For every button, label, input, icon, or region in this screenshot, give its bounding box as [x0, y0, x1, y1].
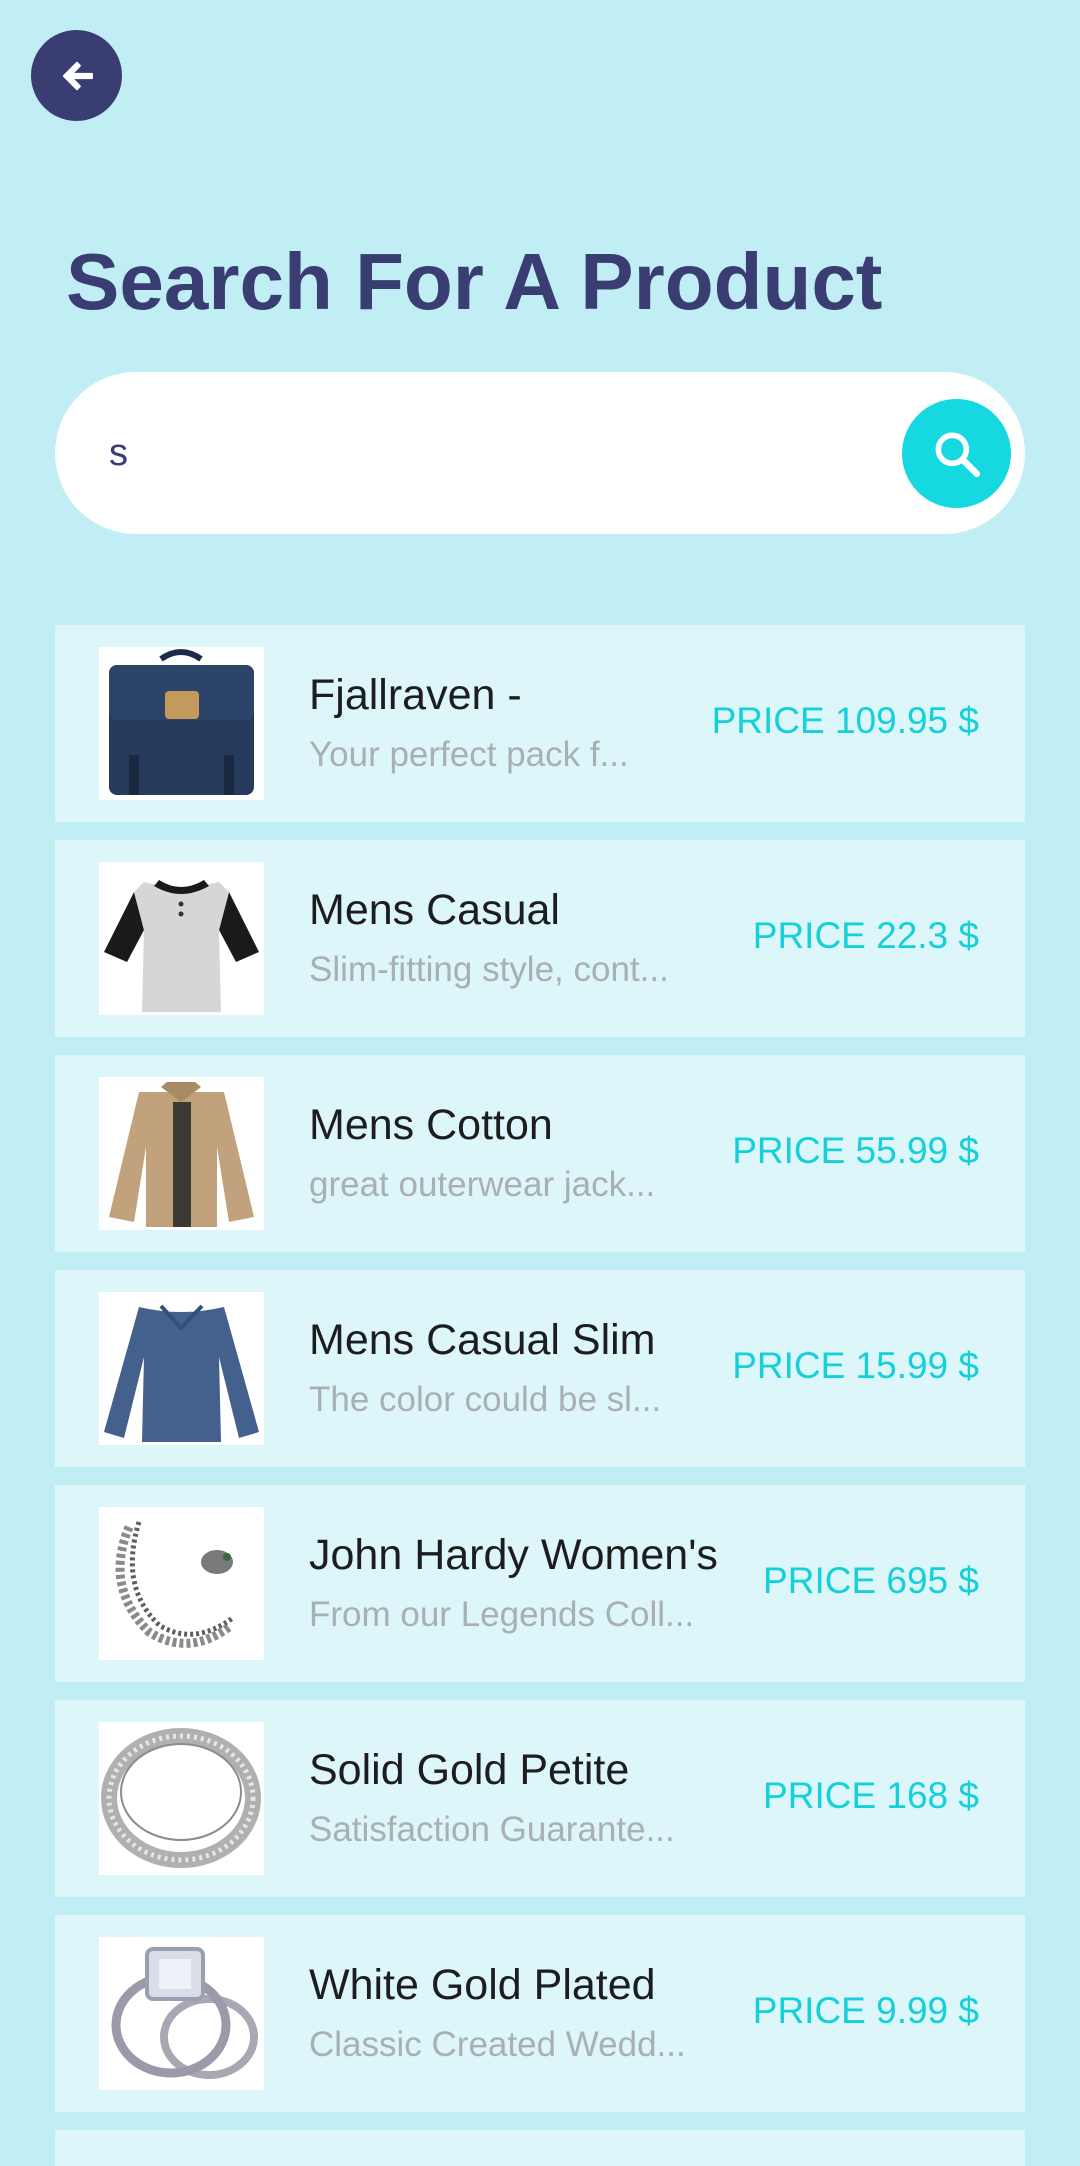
page-title: Search For A Product	[66, 237, 883, 326]
product-price: PRICE 15.99 $	[732, 1345, 979, 1386]
product-image-raglan-tshirt	[99, 862, 264, 1015]
product-title: Mens Casual Slim	[309, 1316, 656, 1364]
product-row[interactable]: Mens Cotton great outerwear jack... PRIC…	[55, 1055, 1025, 1252]
product-image-long-sleeve-shirt	[99, 1292, 264, 1445]
product-image-diamond-ring	[99, 1937, 264, 2090]
search-icon	[935, 432, 980, 477]
search-button[interactable]	[902, 399, 1011, 508]
product-title: Solid Gold Petite	[309, 1746, 630, 1794]
product-row[interactable]: Solid Gold Petite Satisfaction Guarante.…	[55, 1700, 1025, 1897]
search-screen: Search For A Product Fjallraven	[0, 0, 1080, 2166]
search-input[interactable]	[89, 418, 909, 488]
product-price: PRICE 109.95 $	[711, 700, 979, 741]
product-description: Your perfect pack f...	[309, 735, 629, 774]
product-row-partial[interactable]	[55, 2130, 1025, 2166]
product-description: great outerwear jack...	[309, 1165, 656, 1204]
search-bar	[55, 372, 1025, 534]
product-description: Slim-fitting style, cont...	[309, 950, 669, 989]
product-image-backpack	[99, 647, 264, 800]
product-row[interactable]: Mens Casual Slim-fitting style, cont... …	[55, 840, 1025, 1037]
product-row[interactable]: Fjallraven - Your perfect pack f... PRIC…	[55, 625, 1025, 822]
product-row[interactable]: White Gold Plated Classic Created Wedd..…	[55, 1915, 1025, 2112]
product-description: From our Legends Coll...	[309, 1595, 695, 1634]
product-description: The color could be sl...	[309, 1380, 662, 1419]
product-price: PRICE 22.3 $	[752, 915, 979, 956]
arrow-left-icon	[62, 61, 93, 90]
product-title: John Hardy Women's	[309, 1531, 718, 1579]
product-price: PRICE 695 $	[763, 1560, 979, 1601]
product-row[interactable]: Mens Casual Slim The color could be sl..…	[55, 1270, 1025, 1467]
product-results-list: Fjallraven - Your perfect pack f... PRIC…	[55, 625, 1025, 2166]
product-title: White Gold Plated	[309, 1961, 656, 2009]
product-title: Mens Cotton	[309, 1101, 553, 1149]
product-image-jacket	[99, 1077, 264, 1230]
product-price: PRICE 55.99 $	[732, 1130, 979, 1171]
product-title: Mens Casual	[309, 886, 560, 934]
product-description: Classic Created Wedd...	[309, 2025, 686, 2064]
product-row[interactable]: John Hardy Women's From our Legends Coll…	[55, 1485, 1025, 1682]
back-button[interactable]	[31, 30, 122, 121]
product-image-ring	[99, 1722, 264, 1875]
product-title: Fjallraven -	[309, 671, 522, 719]
product-price: PRICE 168 $	[763, 1775, 979, 1816]
product-image-chain-bracelet	[99, 1507, 264, 1660]
product-description: Satisfaction Guarante...	[309, 1810, 675, 1849]
product-price: PRICE 9.99 $	[752, 1990, 979, 2031]
